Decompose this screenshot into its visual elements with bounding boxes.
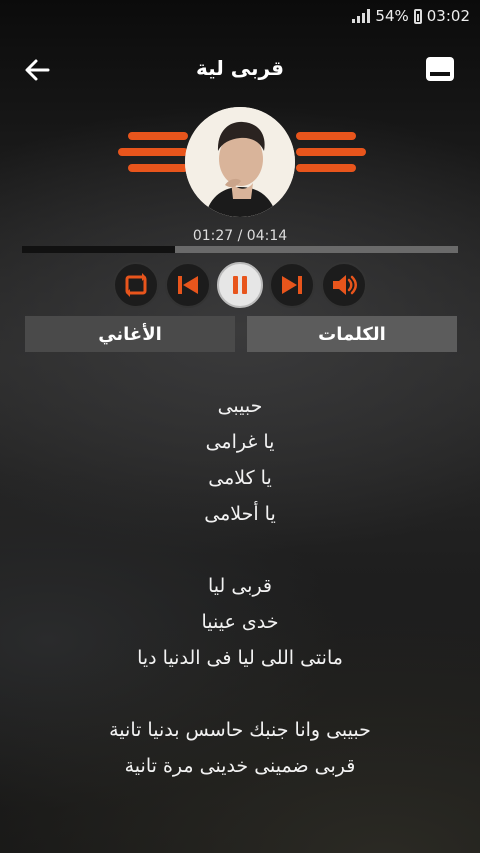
status-bar: 54% 03:02 <box>0 0 480 32</box>
lyric-line: حبيبى وانا جنبك حاسس بدنيا تانية <box>109 719 371 741</box>
player-controls <box>113 262 369 310</box>
equalizer-bars-left <box>118 132 188 180</box>
lyric-line: قربى ليا <box>207 575 273 597</box>
menu-button[interactable] <box>422 54 458 86</box>
battery-percent: 54% <box>375 7 409 25</box>
tab-lyrics[interactable]: الكلمات <box>247 316 457 352</box>
page-title: قربى لية <box>195 56 285 80</box>
playback-time: 01:27 / 04:14 <box>192 228 288 244</box>
previous-button[interactable] <box>165 262 211 308</box>
artist-avatar <box>185 107 295 217</box>
equalizer-bars-right <box>296 132 366 180</box>
header: قربى لية <box>0 40 480 100</box>
lyric-line: يا كلامى <box>208 467 272 489</box>
seek-bar-fill <box>22 246 175 253</box>
volume-button[interactable] <box>321 262 367 308</box>
battery-icon <box>413 8 422 24</box>
lyrics-panel: حبيبى يا غرامى يا كلامى يا أحلامى قربى ل… <box>0 388 480 784</box>
volume-icon <box>333 275 357 295</box>
tab-bar: الأغاني الكلمات <box>25 316 457 352</box>
repeat-button[interactable] <box>113 262 159 308</box>
clock: 03:02 <box>426 7 470 25</box>
pause-button[interactable] <box>217 262 263 308</box>
tab-songs[interactable]: الأغاني <box>25 316 235 352</box>
lyric-line: يا أحلامى <box>204 503 276 525</box>
previous-icon <box>178 276 198 294</box>
lyric-line: مانتى اللى ليا فى الدنيا ديا <box>137 647 343 669</box>
menu-icon <box>426 57 454 81</box>
stanza-gap <box>0 532 480 568</box>
stanza-gap <box>0 676 480 712</box>
lyric-line: يا غرامى <box>205 431 275 453</box>
lyric-line: خدى عينيا <box>201 611 279 633</box>
repeat-icon <box>125 273 147 297</box>
signal-icon <box>352 9 371 23</box>
artwork-area <box>0 105 480 225</box>
next-button[interactable] <box>269 262 315 308</box>
artist-photo-icon <box>185 107 295 217</box>
seek-bar[interactable] <box>22 246 458 253</box>
pause-icon <box>233 276 247 294</box>
status-right: 54% 03:02 <box>352 6 470 26</box>
lyric-line: حبيبى <box>217 395 263 417</box>
next-icon <box>282 276 302 294</box>
lyric-line: قربى ضمينى خدينى مرة تانية <box>124 755 356 777</box>
